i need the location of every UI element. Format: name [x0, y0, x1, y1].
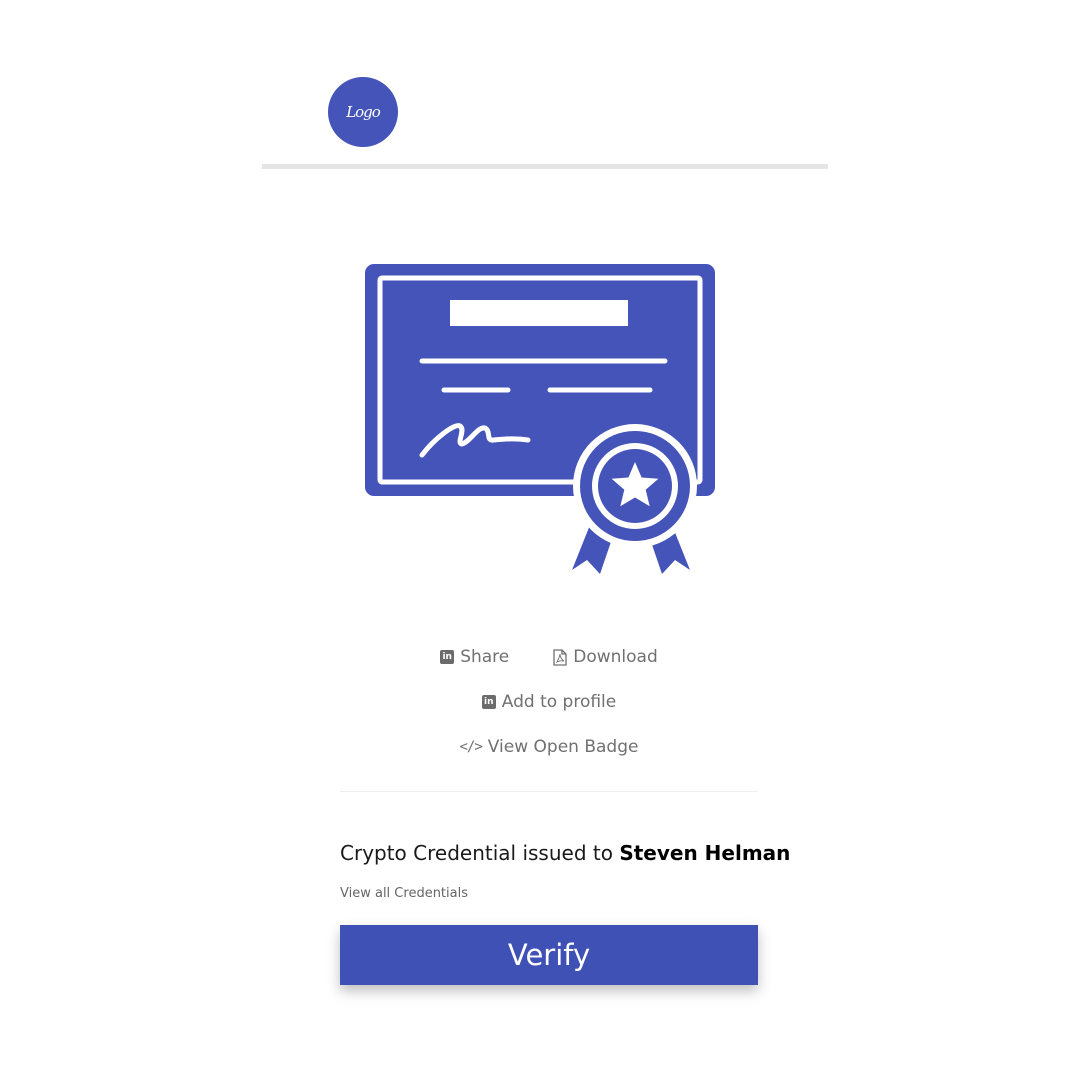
credential-page: Logo in Share Download in Add to profile…: [0, 0, 1080, 1080]
pdf-file-icon: [553, 648, 567, 666]
share-label: Share: [460, 647, 510, 667]
logo-text: Logo: [346, 103, 381, 121]
code-icon: </>: [459, 739, 483, 755]
download-label: Download: [573, 647, 658, 667]
logo[interactable]: Logo: [328, 77, 398, 147]
credential-actions: in Share Download in Add to profile </> …: [340, 640, 758, 775]
action-row-1: in Share Download: [340, 640, 758, 674]
header-divider: [262, 164, 828, 169]
linkedin-icon: in: [481, 695, 496, 709]
section-divider: [340, 791, 758, 792]
credential-issued-text: Crypto Credential issued to Steven Helma…: [340, 841, 790, 865]
certificate-icon: [365, 264, 715, 574]
issued-prefix: Crypto Credential issued to: [340, 841, 620, 865]
recipient-name: Steven Helman: [619, 841, 791, 865]
action-row-3: </> View Open Badge: [340, 730, 758, 764]
add-to-profile-button[interactable]: in Add to profile: [481, 692, 617, 712]
linkedin-icon: in: [440, 650, 455, 664]
view-all-credentials-link[interactable]: View all Credentials: [340, 886, 468, 901]
download-button[interactable]: Download: [553, 647, 658, 667]
add-to-profile-label: Add to profile: [501, 692, 617, 712]
verify-button[interactable]: Verify: [340, 925, 758, 985]
view-open-badge-label: View Open Badge: [487, 737, 639, 757]
action-row-2: in Add to profile: [340, 685, 758, 719]
share-button[interactable]: in Share: [440, 647, 509, 667]
view-open-badge-button[interactable]: </> View Open Badge: [460, 737, 639, 757]
